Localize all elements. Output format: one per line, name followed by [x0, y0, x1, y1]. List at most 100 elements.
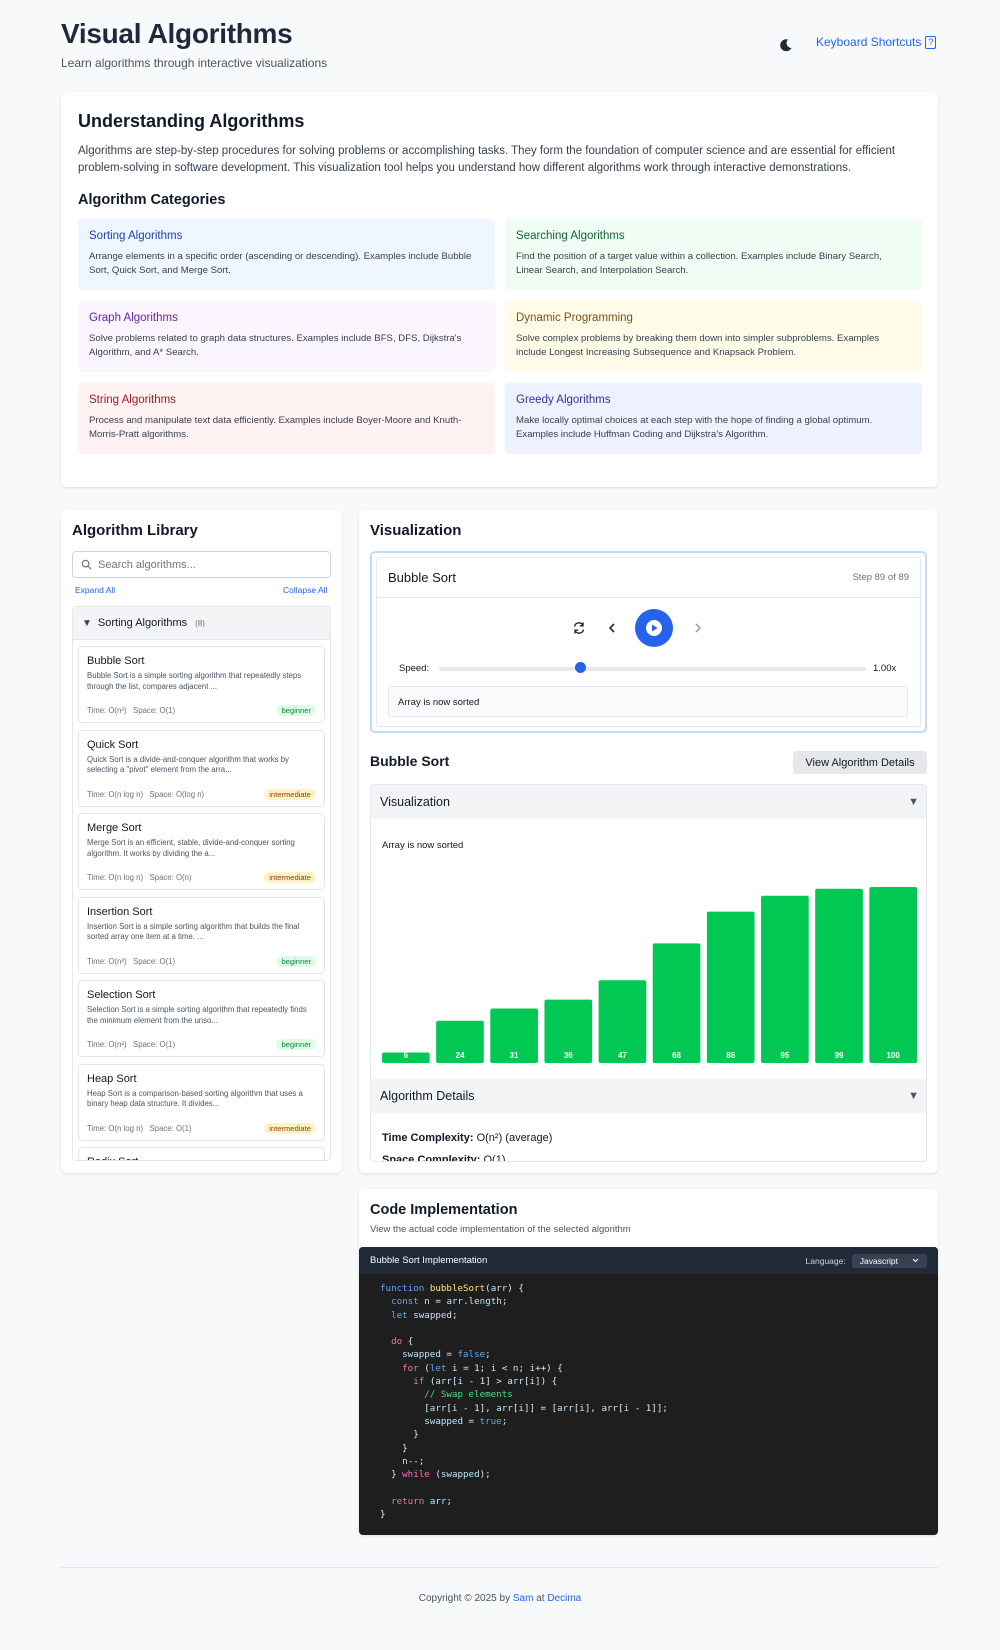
footer-at: at	[533, 1593, 548, 1604]
bar	[706, 911, 755, 1063]
code-card: Code Implementation View the actual code…	[359, 1189, 938, 1535]
step-counter: Step 89 of 89	[852, 572, 909, 583]
algorithm-list-item[interactable]: Insertion Sort Insertion Sort is a simple…	[78, 896, 325, 974]
algorithm-name: Selection Sort	[87, 989, 156, 1001]
algorithm-description: Insertion Sort is a simple sorting algor…	[87, 921, 300, 942]
visualization-card: Visualization Bubble Sort Step 89 of 89 …	[359, 510, 938, 1173]
category-card: Dynamic Programming Solve complex problem…	[505, 301, 922, 372]
play-button[interactable]	[635, 609, 673, 647]
search-icon	[81, 559, 92, 570]
bar-value-label: 36	[564, 1051, 573, 1060]
bar	[815, 888, 863, 1063]
algorithm-list-item[interactable]: Selection Sort Selection Sort is a simple…	[78, 980, 325, 1057]
bar	[761, 895, 809, 1063]
details-accordion-header[interactable]: Algorithm Details ▼	[371, 1079, 926, 1113]
search-input[interactable]	[98, 558, 318, 571]
triangle-down-icon: ▼	[82, 617, 92, 629]
algorithm-complexity: Time: O(n log n) Space: O(n)	[87, 873, 192, 882]
algorithm-description: Merge Sort is an efficient, stable, divi…	[87, 838, 295, 858]
algorithm-list-item[interactable]: Radix Sort	[78, 1147, 325, 1160]
reset-button[interactable]	[570, 619, 588, 637]
footer-prefix: Copyright © 2025 by	[418, 1593, 513, 1604]
site-title: Visual Algorithms	[61, 18, 293, 49]
algorithm-name: Quick Sort	[87, 738, 139, 751]
bar-value-label: 100	[886, 1051, 900, 1060]
expand-all-link[interactable]: Expand All	[75, 585, 115, 595]
algorithm-list-item[interactable]: Heap Sort Heap Sort is a comparison-based…	[78, 1063, 325, 1141]
algorithm-complexity: Time: O(n log n) Space: O(log n)	[87, 789, 205, 799]
code-title: Code Implementation	[370, 1202, 518, 1218]
space-complexity: Space Complexity: O(1)	[382, 1154, 506, 1162]
visualization-accordion-header[interactable]: Visualization ▼	[371, 785, 926, 819]
speed-slider[interactable]	[439, 667, 866, 671]
code-header: Bubble Sort Implementation Language: Jav…	[359, 1247, 938, 1274]
view-details-button[interactable]: View Algorithm Details	[793, 751, 927, 774]
question-icon: ?	[925, 35, 937, 49]
org-link[interactable]: Decima	[547, 1593, 581, 1604]
code-box-title: Bubble Sort Implementation	[370, 1255, 488, 1266]
visualization-section-title: Visualization	[380, 795, 450, 809]
algorithm-complexity: Time: O(n²) Space: O(1)	[87, 956, 176, 966]
algorithm-name: Insertion Sort	[87, 905, 153, 918]
algorithm-name: Merge Sort	[87, 822, 142, 834]
algorithm-name: Heap Sort	[87, 1072, 137, 1085]
categories-heading: Algorithm Categories	[78, 192, 226, 208]
category-card: Greedy Algorithms Make locally optimal ch…	[505, 383, 922, 454]
language-select[interactable]: Javascript	[851, 1253, 927, 1268]
algorithm-library: Algorithm Library Expand All Collapse Al…	[61, 510, 342, 1173]
language-value: Javascript	[859, 1255, 898, 1266]
player-header: Bubble Sort Step 89 of 89	[377, 558, 920, 598]
algorithm-list-item[interactable]: Merge Sort Merge Sort is an efficient, st…	[78, 813, 325, 890]
next-step-button[interactable]	[689, 619, 707, 637]
bar-value-label: 6	[404, 1051, 409, 1060]
reset-icon	[573, 622, 585, 634]
space-complexity-value: O(1)	[483, 1154, 506, 1162]
category-description: Find the position of a target value with…	[516, 251, 882, 276]
chevron-left-icon	[608, 623, 615, 633]
bar-chart: 6 24 31 36 47 68 86 95 99 100	[382, 887, 917, 1063]
algorithm-list-item[interactable]: Bubble Sort Bubble Sort is a simple sorti…	[78, 646, 325, 723]
category-card: Searching Algorithms Find the position of…	[505, 219, 922, 290]
details-section-title: Algorithm Details	[380, 1089, 475, 1103]
difficulty-badge: intermediate	[264, 788, 316, 800]
speed-slider-thumb[interactable]	[574, 662, 586, 673]
language-label: Language:	[805, 1255, 846, 1266]
triangle-down-icon: ▼	[908, 1090, 919, 1102]
space-complexity-label: Space Complexity:	[382, 1154, 481, 1162]
algorithm-complexity: Time: O(n log n) Space: O(1)	[87, 1123, 192, 1133]
category-title: Searching Algorithms	[516, 230, 625, 242]
algorithm-name: Bubble Sort	[87, 655, 145, 667]
search-box[interactable]	[72, 551, 331, 578]
algorithm-name: Radix Sort	[87, 1156, 316, 1160]
difficulty-badge: beginner	[276, 955, 316, 967]
category-title: String Algorithms	[89, 394, 176, 406]
algorithm-complexity: Time: O(n²) Space: O(1)	[87, 706, 176, 715]
bar-value-label: 86	[726, 1051, 735, 1060]
group-name: Sorting Algorithms	[97, 617, 188, 629]
algorithm-description: Selection Sort is a simple sorting algor…	[87, 1005, 307, 1025]
category-description: Arrange elements in a specific order (as…	[89, 251, 472, 276]
bar-value-label: 31	[510, 1051, 519, 1060]
play-icon	[646, 620, 662, 636]
player-algorithm-name: Bubble Sort	[388, 570, 456, 585]
moon-icon[interactable]	[778, 37, 794, 53]
status-message: Array is now sorted	[388, 686, 908, 717]
speed-label: Speed:	[399, 663, 430, 674]
speed-value: 1.00x	[873, 663, 897, 674]
bars-status: Array is now sorted	[382, 840, 464, 851]
bar-value-label: 24	[456, 1051, 465, 1060]
intro-title: Understanding Algorithms	[78, 111, 305, 131]
previous-step-button[interactable]	[603, 619, 621, 637]
time-complexity-label: Time Complexity:	[382, 1132, 474, 1144]
collapse-all-link[interactable]: Collapse All	[283, 585, 327, 595]
keyboard-shortcuts-link[interactable]: Keyboard Shortcuts ?	[816, 35, 937, 49]
bar	[869, 887, 917, 1063]
chevron-down-icon	[912, 1258, 919, 1263]
category-card: String Algorithms Process and manipulate …	[78, 383, 495, 454]
author-link[interactable]: Sam	[513, 1593, 534, 1604]
category-title: Sorting Algorithms	[89, 230, 183, 242]
site-subtitle: Learn algorithms through interactive vis…	[61, 56, 328, 70]
group-header[interactable]: ▼ Sorting Algorithms (8)	[73, 607, 330, 640]
algorithm-list-item[interactable]: Quick Sort Quick Sort is a divide-and-con…	[78, 729, 325, 807]
category-card: Graph Algorithms Solve problems related t…	[78, 301, 495, 372]
